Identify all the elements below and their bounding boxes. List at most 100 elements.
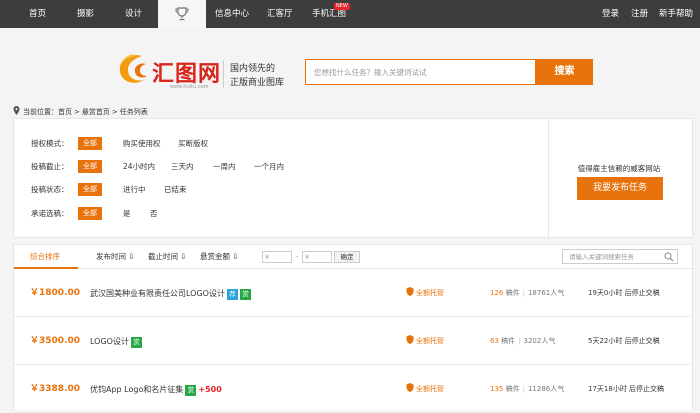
nav-login[interactable]: 登录 xyxy=(602,0,619,28)
new-badge: NEW xyxy=(334,3,350,10)
task-stats: 135 稿件 | 11286人气 xyxy=(490,385,565,393)
search-icon[interactable] xyxy=(664,252,674,262)
breadcrumb-task-list: 任务列表 xyxy=(119,108,148,116)
filter-panel: 授权模式： 全部 购买使用权 买断版权 投稿截止： 全部 24小时内 三天内 一… xyxy=(13,118,693,238)
task-stats: 63 稿件 | 3202人气 xyxy=(490,337,556,345)
filter-option[interactable]: 一周内 xyxy=(213,160,236,174)
task-stats: 126 稿件 | 18761人气 xyxy=(490,289,565,297)
recommend-tag: 荐 xyxy=(226,289,238,300)
filter-all-chip[interactable]: 全部 xyxy=(78,137,102,150)
list-search-box xyxy=(562,249,678,264)
search-box xyxy=(305,59,536,85)
filter-all-chip[interactable]: 全部 xyxy=(78,207,102,220)
entry-count: 135 xyxy=(490,385,504,393)
task-deadline: 17天18小时 后停止交稿 xyxy=(588,385,665,393)
sort-default[interactable]: 综合排序 xyxy=(30,245,60,269)
task-title-group: 武汉国美种业有限责任公司LOGO设计荐赏 xyxy=(90,270,251,317)
reward-tag: 赏 xyxy=(239,289,251,300)
trust-slogan: 值得雇主信赖的威客网站 xyxy=(577,164,661,173)
price-min-input[interactable]: ¥ xyxy=(262,251,292,263)
escrow-label: 全额托管 xyxy=(416,337,444,345)
slogan-line-1: 国内领先的 xyxy=(230,64,276,74)
filter-option[interactable]: 一个月内 xyxy=(254,160,284,174)
filter-option[interactable]: 24小时内 xyxy=(123,160,155,174)
breadcrumb-separator: > xyxy=(111,108,118,116)
sort-bar: 综合排序 发布时间 ⇩ 截止时间 ⇩ 悬赏金额 ⇩ ¥ - ¥ 确定 xyxy=(14,245,692,269)
task-price: ￥3500.00 xyxy=(30,336,80,346)
filter-row-license: 授权模式： 全部 购买使用权 买断版权 xyxy=(14,137,544,151)
view-count: 11286人气 xyxy=(527,385,565,393)
logo-divider xyxy=(223,60,224,88)
view-count: 18761人气 xyxy=(527,289,565,297)
filter-label: 授权模式： xyxy=(31,139,69,148)
search-button[interactable]: 搜索 xyxy=(536,59,593,85)
nav-help[interactable]: 新手帮助 xyxy=(659,0,693,28)
location-pin-icon xyxy=(13,106,20,115)
entry-count: 63 xyxy=(490,337,499,345)
task-deadline: 5天22小时 后停止交稿 xyxy=(588,337,660,345)
task-title-group: 优钧App Logo和名片征集赏 +500 xyxy=(90,366,222,413)
task-price: ￥1800.00 xyxy=(30,288,80,298)
entry-label: 稿件 xyxy=(501,337,516,345)
filter-label: 承诺选稿： xyxy=(31,209,69,218)
view-count: 3202人气 xyxy=(523,337,556,345)
sort-reward-amount[interactable]: 悬赏金额 ⇩ xyxy=(200,245,239,269)
post-task-button[interactable]: 我要发布任务 xyxy=(577,177,663,200)
logo-url: www.huitu.com xyxy=(170,84,209,90)
nav-info-center[interactable]: 信息中心 xyxy=(215,0,249,28)
task-price: ￥3388.00 xyxy=(30,384,80,394)
sort-publish-time[interactable]: 发布时间 ⇩ xyxy=(96,245,135,269)
price-range-dash: - xyxy=(296,253,299,261)
task-search-input[interactable] xyxy=(306,60,535,84)
task-row[interactable]: ￥1800.00 武汉国美种业有限责任公司LOGO设计荐赏 全额托管 126 稿… xyxy=(14,270,692,317)
entry-label: 稿件 xyxy=(505,385,520,393)
logo-swirl-icon[interactable] xyxy=(112,50,152,88)
breadcrumb-bounty-home[interactable]: 悬赏首页 xyxy=(82,108,110,116)
price-max-input[interactable]: ¥ xyxy=(302,251,332,263)
task-list: 综合排序 发布时间 ⇩ 截止时间 ⇩ 悬赏金额 ⇩ ¥ - ¥ 确定 ￥1800… xyxy=(13,244,693,413)
filter-option[interactable]: 已结束 xyxy=(164,183,187,197)
bonus-amount: +500 xyxy=(198,385,222,394)
filter-option[interactable]: 否 xyxy=(150,207,158,221)
nav-home[interactable]: 首页 xyxy=(29,0,46,28)
sort-active-underline xyxy=(14,267,78,269)
task-title[interactable]: 武汉国美种业有限责任公司LOGO设计 xyxy=(90,289,225,298)
escrow-label: 全额托管 xyxy=(416,385,444,393)
filter-option[interactable]: 是 xyxy=(123,207,131,221)
breadcrumb-home[interactable]: 首页 xyxy=(58,108,72,116)
filter-all-chip[interactable]: 全部 xyxy=(78,183,102,196)
top-navigation-bar: 首页 摄影 设计 信息中心 汇客厅 手机汇图 NEW 登录 注册 新手帮助 xyxy=(0,0,700,28)
task-deadline: 19天0小时 后停止交稿 xyxy=(588,289,660,297)
escrow-status: 全额托管 xyxy=(406,270,444,317)
task-title[interactable]: LOGO设计 xyxy=(90,337,129,346)
shield-icon xyxy=(406,287,414,296)
breadcrumb-prefix: 当前位置： xyxy=(23,108,58,116)
filter-label: 投稿截止： xyxy=(31,162,69,171)
task-row[interactable]: ￥3500.00 LOGO设计赏 全额托管 63 稿件 | 3202人气 5天22小… xyxy=(14,318,692,365)
filter-option[interactable]: 买断版权 xyxy=(178,137,208,151)
nav-photography[interactable]: 摄影 xyxy=(77,0,94,28)
shield-icon xyxy=(406,383,414,392)
list-search-input[interactable] xyxy=(563,250,663,263)
nav-register[interactable]: 注册 xyxy=(631,0,648,28)
trophy-icon xyxy=(175,7,189,21)
filter-label: 投稿状态： xyxy=(31,185,69,194)
nav-bounty-tab[interactable] xyxy=(158,0,206,28)
panel-divider xyxy=(548,119,549,237)
task-title[interactable]: 优钧App Logo和名片征集 xyxy=(90,385,183,394)
filter-all-chip[interactable]: 全部 xyxy=(78,160,102,173)
nav-huike-hall[interactable]: 汇客厅 xyxy=(267,0,293,28)
price-confirm-button[interactable]: 确定 xyxy=(334,251,360,263)
sort-deadline[interactable]: 截止时间 ⇩ xyxy=(148,245,187,269)
nav-design[interactable]: 设计 xyxy=(125,0,142,28)
filter-option[interactable]: 三天内 xyxy=(171,160,194,174)
escrow-status: 全额托管 xyxy=(406,318,444,365)
breadcrumb-separator: > xyxy=(74,108,80,116)
breadcrumb: 当前位置：首页 > 悬赏首页 > 任务列表 xyxy=(13,106,148,116)
reward-tag: 赏 xyxy=(130,337,142,348)
task-row[interactable]: ￥3388.00 优钧App Logo和名片征集赏 +500 全额托管 135 稿… xyxy=(14,366,692,413)
entry-count: 126 xyxy=(490,289,504,297)
filter-row-commit: 承诺选稿： 全部 是 否 xyxy=(14,207,544,221)
filter-option[interactable]: 进行中 xyxy=(123,183,146,197)
filter-option[interactable]: 购买使用权 xyxy=(123,137,161,151)
